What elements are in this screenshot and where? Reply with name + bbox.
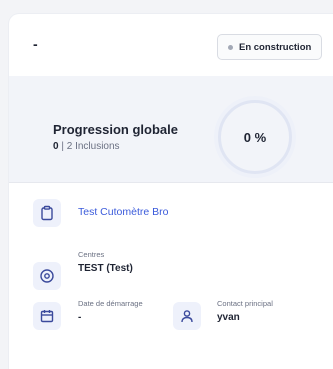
start-date-value: - bbox=[78, 312, 82, 323]
target-icon bbox=[33, 262, 61, 290]
progress-title: Progression globale bbox=[53, 122, 178, 137]
status-label: En construction bbox=[239, 41, 312, 53]
study-card: - En construction Progression globale 0 … bbox=[9, 14, 333, 369]
calendar-icon bbox=[33, 302, 61, 330]
status-dot-icon bbox=[228, 44, 233, 50]
card-title: - bbox=[33, 36, 38, 52]
progress-section: Progression globale 0 | 2 Inclusions 0 % bbox=[9, 76, 333, 182]
progress-summary: 0 | 2 Inclusions bbox=[53, 141, 120, 152]
centres-label: Centres bbox=[78, 250, 105, 259]
contact-value: yvan bbox=[217, 312, 240, 323]
card-header: - En construction bbox=[9, 14, 333, 76]
start-date-label: Date de démarrage bbox=[78, 299, 143, 308]
study-link[interactable]: Test Cutomètre Bro bbox=[78, 206, 168, 218]
progress-percent: 0 % bbox=[243, 129, 267, 145]
contact-label: Contact principal bbox=[217, 299, 273, 308]
centres-value: TEST (Test) bbox=[78, 263, 133, 274]
progress-inclusions: 2 Inclusions bbox=[66, 141, 120, 152]
progress-ring: 0 % bbox=[218, 100, 292, 174]
clipboard-icon bbox=[33, 199, 61, 227]
divider bbox=[9, 182, 333, 183]
user-icon bbox=[173, 302, 201, 330]
progress-count: 0 bbox=[53, 141, 59, 152]
progress-separator: | bbox=[61, 141, 64, 152]
status-badge: En construction bbox=[217, 34, 323, 60]
